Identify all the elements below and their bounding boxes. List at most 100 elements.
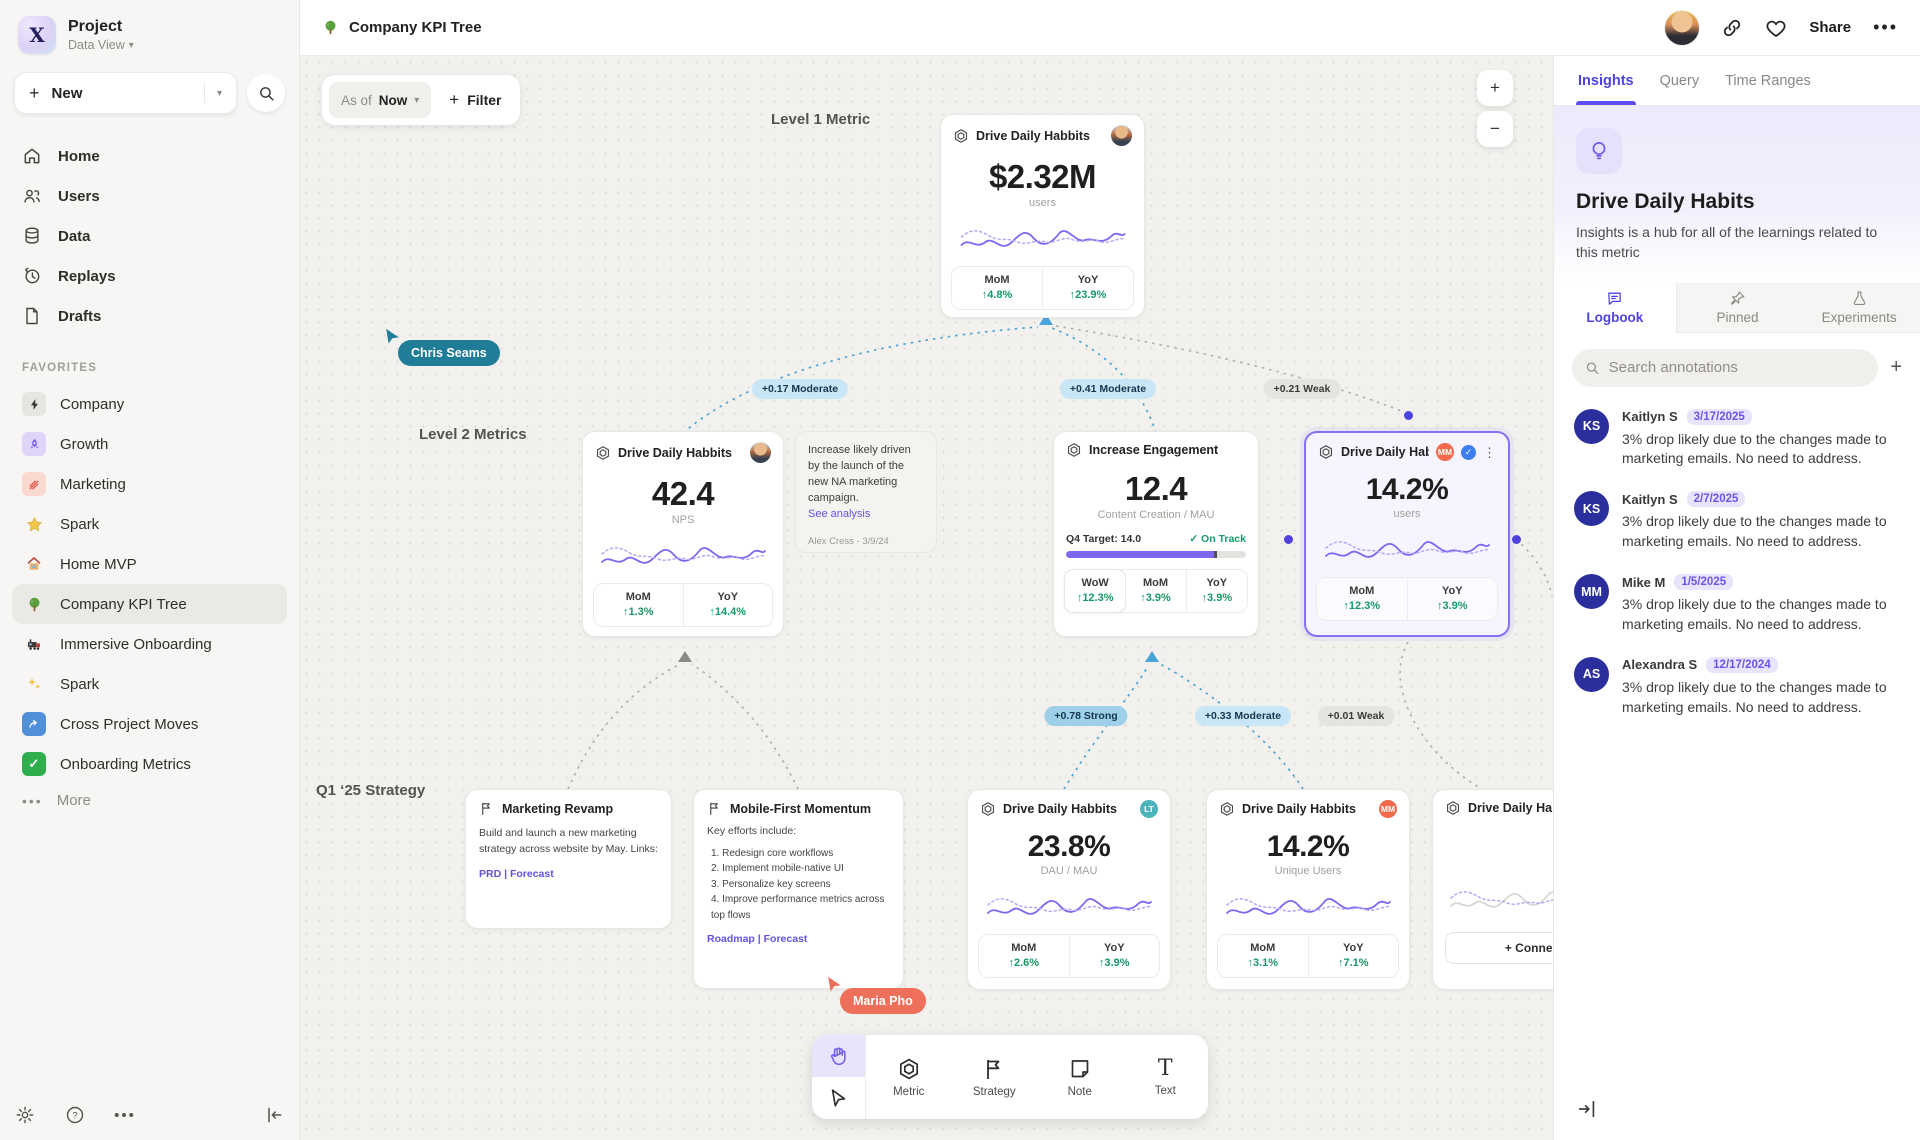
- filter-button[interactable]: + Filter: [437, 90, 513, 110]
- metric-card-engagement[interactable]: Increase Engagement 12.4 Content Creatio…: [1053, 431, 1259, 637]
- search-button[interactable]: [247, 74, 285, 112]
- strategy-card-marketing-revamp[interactable]: Marketing Revamp Build and launch a new …: [465, 789, 672, 929]
- annotation-note-card[interactable]: Increase likely driven by the launch of …: [795, 431, 937, 553]
- sidebar-item-home[interactable]: Home: [12, 136, 287, 176]
- stat-yoy[interactable]: YoY↑7.1%: [1308, 935, 1399, 977]
- search-icon: [258, 85, 275, 102]
- favorite-growth[interactable]: Growth: [12, 424, 287, 464]
- add-annotation-button[interactable]: +: [1890, 356, 1902, 379]
- metric-insights-hero: Drive Daily Habits Insights is a hub for…: [1554, 106, 1920, 283]
- metric-unit: users: [1306, 508, 1508, 520]
- note-tool-button[interactable]: Note: [1037, 1035, 1123, 1119]
- stat-mom[interactable]: MoM↑12.3%: [1317, 578, 1407, 620]
- metric-card-selected[interactable]: Drive Daily Habb.. MM ✓ ⋮ 14.2% users Mo…: [1304, 431, 1510, 637]
- stat-mom[interactable]: MoM↑2.6%: [979, 935, 1069, 977]
- favorite-immersive-onboarding[interactable]: Immersive Onboarding: [12, 624, 287, 664]
- sidebar-item-replays[interactable]: Replays: [12, 256, 287, 296]
- chevron-down-icon[interactable]: ▾: [217, 88, 222, 99]
- favorite-marketing[interactable]: Marketing: [12, 464, 287, 504]
- annotation-item[interactable]: MM Mike M 1/5/2025 3% drop likely due to…: [1574, 574, 1900, 635]
- stat-mom[interactable]: MoM↑1.3%: [594, 584, 683, 626]
- edge-label: +0.01 Weak: [1318, 706, 1395, 726]
- connect-button[interactable]: + Connec: [1445, 932, 1553, 964]
- sidebar-item-data[interactable]: Data: [12, 216, 287, 256]
- tab-time-ranges[interactable]: Time Ranges: [1725, 56, 1811, 105]
- annotation-search[interactable]: [1572, 349, 1878, 387]
- favorite-home-mvp[interactable]: Home MVP: [12, 544, 287, 584]
- owner-avatar: [1111, 125, 1132, 146]
- subtab-pinned[interactable]: Pinned: [1677, 283, 1799, 333]
- annotation-item[interactable]: AS Alexandra S 12/17/2024 3% drop likely…: [1574, 657, 1900, 718]
- annotation-item[interactable]: KS Kaitlyn S 3/17/2025 3% drop likely du…: [1574, 409, 1900, 470]
- sidebar: X Project Data View▾ + New ▾ Home: [0, 0, 300, 1140]
- metric-card-unique-users[interactable]: Drive Daily Habbits MM 14.2% Unique User…: [1206, 789, 1410, 990]
- zoom-in-button[interactable]: +: [1477, 70, 1513, 106]
- replay-clock-icon: [22, 266, 42, 286]
- sidebar-item-drafts[interactable]: Drafts: [12, 296, 287, 336]
- favorite-spark[interactable]: Spark: [12, 504, 287, 544]
- collaborator-cursor-maria: Maria Pho: [840, 988, 926, 1014]
- stat-yoy[interactable]: YoY↑3.9%: [1407, 578, 1498, 620]
- stat-wow[interactable]: WoW↑12.3%: [1064, 569, 1126, 613]
- strategy-card-mobile-first[interactable]: Mobile-First Momentum Key efforts includ…: [693, 789, 904, 989]
- stat-yoy[interactable]: YoY↑14.4%: [683, 584, 773, 626]
- search-annotations-input[interactable]: [1609, 359, 1866, 376]
- share-button[interactable]: Share: [1809, 19, 1851, 36]
- see-analysis-link[interactable]: See analysis: [808, 508, 924, 520]
- metric-card-nps[interactable]: Drive Daily Habbits 42.4 NPS MoM↑1.3% Yo…: [582, 431, 784, 637]
- text-tool-button[interactable]: T Text: [1123, 1035, 1209, 1119]
- collapse-panel-icon[interactable]: [1576, 1098, 1598, 1120]
- favorite-company[interactable]: Company: [12, 384, 287, 424]
- insights-metric-title: Drive Daily Habits: [1576, 190, 1898, 214]
- favorite-company-kpi-tree[interactable]: Company KPI Tree: [12, 584, 287, 624]
- subtab-experiments[interactable]: Experiments: [1798, 283, 1920, 333]
- zoom-out-button[interactable]: −: [1477, 111, 1513, 147]
- select-tool-button[interactable]: [812, 1077, 865, 1119]
- metric-card-partial[interactable]: Drive Daily Hab.. + Connec: [1432, 789, 1553, 990]
- target-label: Q4 Target: 14.0: [1066, 533, 1141, 545]
- subtab-logbook[interactable]: Logbook: [1554, 283, 1677, 333]
- help-icon[interactable]: ?: [64, 1104, 86, 1126]
- stat-mom[interactable]: MoM↑3.1%: [1218, 935, 1308, 977]
- metric-tool-button[interactable]: Metric: [866, 1035, 952, 1119]
- settings-gear-icon[interactable]: [14, 1104, 36, 1126]
- metric-card-dau[interactable]: Drive Daily Habbits LT 23.8% DAU / MAU M…: [967, 789, 1171, 990]
- connection-handle[interactable]: [1512, 535, 1521, 544]
- card-menu-icon[interactable]: ⋮: [1483, 446, 1496, 459]
- connection-handle[interactable]: [1284, 535, 1293, 544]
- favorite-cross-project-moves[interactable]: Cross Project Moves: [12, 704, 287, 744]
- stat-mom[interactable]: MoM↑4.8%: [952, 267, 1042, 309]
- strategy-links[interactable]: PRD | Forecast: [479, 868, 658, 880]
- copy-link-icon[interactable]: [1721, 17, 1743, 39]
- connection-handle[interactable]: [1404, 411, 1413, 420]
- favorite-spark-2[interactable]: Spark: [12, 664, 287, 704]
- stat-yoy[interactable]: YoY↑3.9%: [1069, 935, 1160, 977]
- hand-tool-button[interactable]: [812, 1035, 865, 1077]
- annotation-item[interactable]: KS Kaitlyn S 2/7/2025 3% drop likely due…: [1574, 491, 1900, 552]
- as-of-selector[interactable]: As of Now ▾: [329, 82, 431, 118]
- annotation-avatar: MM: [1574, 574, 1609, 609]
- favorite-onboarding-metrics[interactable]: ✓ Onboarding Metrics: [12, 744, 287, 784]
- stat-mom[interactable]: MoM↑3.9%: [1125, 570, 1185, 612]
- strategy-tool-button[interactable]: Strategy: [952, 1035, 1038, 1119]
- strategy-links[interactable]: Roadmap | Forecast: [707, 933, 890, 945]
- metric-card-level1[interactable]: Drive Daily Habbits $2.32M users MoM↑4.8…: [940, 114, 1145, 318]
- tab-query[interactable]: Query: [1660, 56, 1700, 105]
- metric-icon: [595, 445, 611, 461]
- sparkline-chart: [955, 217, 1130, 257]
- favorites-more[interactable]: ••• More: [12, 784, 287, 817]
- user-avatar[interactable]: [1665, 11, 1699, 45]
- more-options-icon[interactable]: •••: [114, 1104, 136, 1126]
- favorite-heart-icon[interactable]: [1765, 17, 1787, 39]
- project-switcher[interactable]: X Project Data View▾: [12, 14, 287, 68]
- zoom-controls: + −: [1477, 70, 1513, 147]
- metric-hexagon-icon: [897, 1057, 921, 1081]
- collapse-sidebar-icon[interactable]: [263, 1104, 285, 1126]
- sidebar-item-users[interactable]: Users: [12, 176, 287, 216]
- kpi-tree-canvas[interactable]: As of Now ▾ + Filter + − Level 1 Metric …: [300, 56, 1553, 1140]
- new-button[interactable]: + New ▾: [14, 72, 237, 114]
- more-menu-icon[interactable]: •••: [1873, 17, 1898, 38]
- stat-yoy[interactable]: YoY↑23.9%: [1042, 267, 1133, 309]
- stat-yoy[interactable]: YoY↑3.9%: [1186, 570, 1247, 612]
- tab-insights[interactable]: Insights: [1578, 56, 1634, 105]
